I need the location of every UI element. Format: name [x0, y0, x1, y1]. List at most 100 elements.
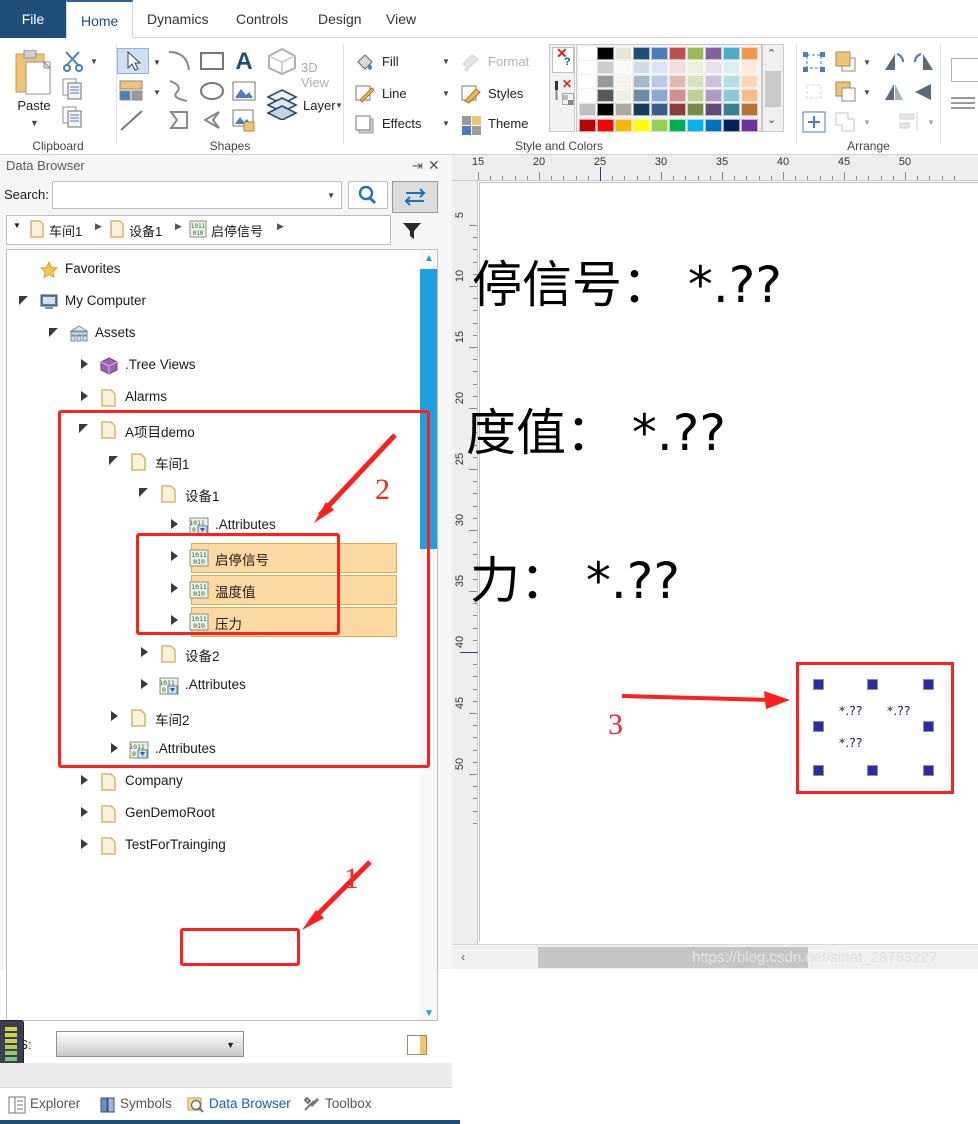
align-icon[interactable]: [897, 110, 923, 134]
palette-swatch[interactable]: [597, 47, 614, 60]
palette-standard-swatch[interactable]: [687, 119, 704, 132]
palette-swatch[interactable]: [651, 89, 668, 102]
bottom-tab-data-browser[interactable]: Data Browser: [209, 1096, 291, 1111]
palette-scrollbar[interactable]: ⌃ ⌄: [762, 44, 784, 132]
polygon-icon[interactable]: [165, 108, 195, 136]
palette-swatch[interactable]: [723, 89, 740, 102]
palette-swatch[interactable]: [579, 75, 596, 88]
image-icon[interactable]: [229, 78, 259, 106]
pattern-icon[interactable]: [562, 93, 574, 105]
palette-swatch[interactable]: [597, 61, 614, 74]
palette-standard-swatch[interactable]: [597, 119, 614, 132]
no-fill-icon[interactable]: ✕ ?: [552, 45, 574, 73]
palette-swatch[interactable]: [669, 47, 686, 60]
bottom-tab-toolbox[interactable]: Toolbox: [325, 1096, 372, 1111]
select-dropdown-caret[interactable]: ▼: [153, 58, 161, 67]
tab-controls[interactable]: Controls: [222, 0, 302, 38]
resize-handle-sw[interactable]: [813, 765, 824, 776]
search-input[interactable]: [57, 186, 315, 206]
breadcrumb-item-0[interactable]: 车间1: [49, 221, 82, 240]
union-dropdown-caret[interactable]: ▼: [863, 118, 871, 127]
ellipse-icon[interactable]: [197, 78, 227, 106]
resize-handle-w[interactable]: [813, 721, 824, 732]
palette-swatch[interactable]: [615, 75, 632, 88]
palette-swatch[interactable]: [579, 61, 596, 74]
palette-swatch[interactable]: [687, 75, 704, 88]
line-dropdown-caret[interactable]: ▼: [442, 89, 450, 98]
palette-swatch[interactable]: [723, 61, 740, 74]
scroll-down-icon[interactable]: ▼: [424, 1008, 434, 1019]
palette-swatch[interactable]: [651, 75, 668, 88]
styles-label[interactable]: Styles: [488, 86, 523, 101]
color-palette[interactable]: [576, 44, 762, 132]
tree-item[interactable]: My Computer: [7, 286, 419, 318]
tree-expand-collapse-icon-closed[interactable]: [77, 357, 95, 375]
drawing-canvas-area[interactable]: 15 20 25 30 35 40 45 50 5 10 15 20 25 30 35 40 45 50 停信号…: [452, 155, 978, 969]
palette-swatch[interactable]: [651, 61, 668, 74]
palette-swatch[interactable]: [723, 47, 740, 60]
tree-item[interactable]: Favorites: [7, 254, 419, 286]
arc-icon[interactable]: [165, 48, 195, 76]
curve-icon[interactable]: [165, 78, 195, 106]
palette-standard-swatch[interactable]: [579, 119, 596, 132]
fill-bucket-icon[interactable]: [354, 52, 378, 74]
palette-swatch[interactable]: [633, 89, 650, 102]
palette-swatch[interactable]: [597, 103, 614, 116]
selection-box[interactable]: *.?? *.?? *.??: [796, 662, 954, 794]
tree-item[interactable]: .Tree Views: [7, 350, 419, 382]
chevron-down-icon[interactable]: ▼: [226, 1040, 235, 1050]
resize-handle-s[interactable]: [867, 765, 878, 776]
text-icon[interactable]: A: [229, 46, 259, 75]
breadcrumb-item-1[interactable]: 设备1: [129, 221, 162, 240]
palette-swatch[interactable]: [651, 103, 668, 116]
eps-toggle-button[interactable]: [407, 1035, 427, 1055]
move-icon[interactable]: [801, 110, 827, 134]
rotate-right-icon[interactable]: [911, 50, 937, 74]
palette-standard-swatch[interactable]: [633, 119, 650, 132]
breadcrumb-sep[interactable]: ▶: [175, 221, 182, 232]
palette-swatch[interactable]: [687, 47, 704, 60]
scroll-up-icon[interactable]: ▲: [424, 253, 434, 264]
resize-handle-ne[interactable]: [923, 679, 934, 690]
palette-swatch[interactable]: [741, 103, 758, 116]
canvas-text-2[interactable]: 力： *.??: [470, 541, 680, 613]
palette-swatch[interactable]: [705, 89, 722, 102]
canvas-horizontal-scrollbar[interactable]: ‹ https://blog.csdn.net/sinat_28753227: [452, 944, 978, 969]
palette-swatch[interactable]: [633, 61, 650, 74]
tree-item[interactable]: TestForTrainging: [7, 830, 419, 862]
resize-handle-se[interactable]: [923, 765, 934, 776]
palette-swatch[interactable]: [615, 47, 632, 60]
palette-standard-swatch[interactable]: [651, 119, 668, 132]
line-label[interactable]: Line: [382, 86, 407, 101]
paste-dropdown-caret[interactable]: ▼: [30, 118, 39, 128]
effects-label[interactable]: Effects: [382, 116, 422, 131]
tab-dynamics[interactable]: Dynamics: [133, 0, 222, 38]
polyline-icon[interactable]: [197, 108, 227, 136]
tree-expand-collapse-icon-closed[interactable]: [77, 837, 95, 855]
layers-icon[interactable]: [265, 86, 299, 121]
paste-icon[interactable]: [14, 49, 54, 96]
chevron-down-icon[interactable]: ⌄: [767, 113, 776, 126]
palette-swatch[interactable]: [705, 61, 722, 74]
effects-icon[interactable]: [354, 114, 378, 136]
rectangle-icon[interactable]: [197, 48, 227, 76]
bring-front-dropdown-caret[interactable]: ▼: [863, 58, 871, 67]
format-brush-icon[interactable]: [460, 52, 484, 74]
palette-swatch[interactable]: [579, 103, 596, 116]
eps-select[interactable]: ▼: [56, 1031, 244, 1057]
tree-expand-collapse-icon-open[interactable]: [17, 293, 35, 311]
palette-swatch[interactable]: [741, 47, 758, 60]
palette-swatch[interactable]: [741, 75, 758, 88]
eyedropper-icon[interactable]: [552, 79, 561, 103]
send-back-dropdown-caret[interactable]: ▼: [863, 88, 871, 97]
select-arrow-icon[interactable]: [117, 48, 149, 74]
rotate-left-icon[interactable]: [881, 50, 907, 74]
breadcrumb[interactable]: ▼ 车间1 ▶ 设备1 ▶ 1011 010 启停信号 ▶: [6, 215, 391, 245]
flip-horizontal-icon[interactable]: [911, 80, 937, 104]
tree-item[interactable]: Company: [7, 766, 419, 798]
palette-swatch[interactable]: [705, 103, 722, 116]
search-box[interactable]: ▼: [52, 181, 342, 209]
layer-dropdown-caret[interactable]: ▼: [335, 101, 343, 110]
select-all-icon[interactable]: [801, 50, 827, 74]
deselect-icon[interactable]: [801, 80, 827, 104]
